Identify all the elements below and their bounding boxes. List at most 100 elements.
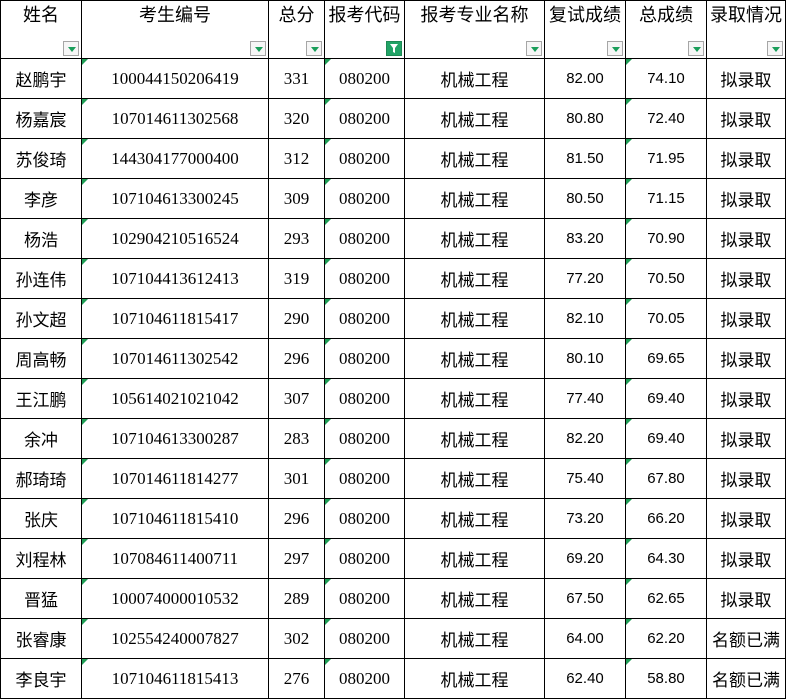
cell-major-name[interactable]: 机械工程	[404, 178, 545, 219]
cell-name[interactable]: 晋猛	[0, 578, 82, 619]
cell-exam-id[interactable]: 100044150206419	[81, 58, 269, 99]
cell-status[interactable]: 拟录取	[706, 218, 786, 259]
cell-status[interactable]: 拟录取	[706, 178, 786, 219]
cell-status[interactable]: 拟录取	[706, 258, 786, 299]
cell-major-name[interactable]: 机械工程	[404, 498, 545, 539]
cell-total-score[interactable]: 331	[268, 58, 325, 99]
cell-major-code[interactable]: 080200	[324, 178, 405, 219]
cell-exam-id[interactable]: 102554240007827	[81, 618, 269, 659]
cell-major-code[interactable]: 080200	[324, 538, 405, 579]
cell-retest-score[interactable]: 69.20	[544, 538, 626, 579]
cell-major-code[interactable]: 080200	[324, 218, 405, 259]
cell-major-code[interactable]: 080200	[324, 298, 405, 339]
cell-total-score[interactable]: 297	[268, 538, 325, 579]
cell-major-name[interactable]: 机械工程	[404, 458, 545, 499]
cell-status[interactable]: 拟录取	[706, 298, 786, 339]
cell-status[interactable]: 名额已满	[706, 658, 786, 699]
cell-name[interactable]: 孙文超	[0, 298, 82, 339]
cell-final-score[interactable]: 69.40	[625, 378, 707, 419]
cell-final-score[interactable]: 71.95	[625, 138, 707, 179]
cell-exam-id[interactable]: 107014611302542	[81, 338, 269, 379]
cell-final-score[interactable]: 72.40	[625, 98, 707, 139]
cell-name[interactable]: 张睿康	[0, 618, 82, 659]
cell-retest-score[interactable]: 81.50	[544, 138, 626, 179]
filter-dropdown-final-score[interactable]	[688, 41, 704, 56]
cell-name[interactable]: 刘程林	[0, 538, 82, 579]
cell-name[interactable]: 周高畅	[0, 338, 82, 379]
cell-exam-id[interactable]: 105614021021042	[81, 378, 269, 419]
cell-final-score[interactable]: 70.50	[625, 258, 707, 299]
cell-total-score[interactable]: 302	[268, 618, 325, 659]
cell-final-score[interactable]: 69.40	[625, 418, 707, 459]
cell-major-name[interactable]: 机械工程	[404, 138, 545, 179]
cell-status[interactable]: 拟录取	[706, 538, 786, 579]
cell-major-code[interactable]: 080200	[324, 258, 405, 299]
cell-name[interactable]: 苏俊琦	[0, 138, 82, 179]
cell-major-code[interactable]: 080200	[324, 138, 405, 179]
cell-status[interactable]: 拟录取	[706, 338, 786, 379]
cell-total-score[interactable]: 293	[268, 218, 325, 259]
cell-major-code[interactable]: 080200	[324, 498, 405, 539]
cell-exam-id[interactable]: 107084611400711	[81, 538, 269, 579]
cell-final-score[interactable]: 69.65	[625, 338, 707, 379]
cell-name[interactable]: 王江鹏	[0, 378, 82, 419]
cell-major-name[interactable]: 机械工程	[404, 578, 545, 619]
cell-major-name[interactable]: 机械工程	[404, 618, 545, 659]
cell-major-name[interactable]: 机械工程	[404, 338, 545, 379]
cell-total-score[interactable]: 283	[268, 418, 325, 459]
cell-retest-score[interactable]: 77.20	[544, 258, 626, 299]
cell-total-score[interactable]: 312	[268, 138, 325, 179]
cell-major-code[interactable]: 080200	[324, 338, 405, 379]
cell-status[interactable]: 拟录取	[706, 418, 786, 459]
cell-exam-id[interactable]: 107104613300287	[81, 418, 269, 459]
cell-retest-score[interactable]: 80.80	[544, 98, 626, 139]
cell-exam-id[interactable]: 107104611815413	[81, 658, 269, 699]
cell-status[interactable]: 拟录取	[706, 138, 786, 179]
filter-dropdown-major-name[interactable]	[526, 41, 542, 56]
cell-exam-id[interactable]: 107104611815410	[81, 498, 269, 539]
cell-retest-score[interactable]: 82.00	[544, 58, 626, 99]
cell-retest-score[interactable]: 83.20	[544, 218, 626, 259]
cell-final-score[interactable]: 58.80	[625, 658, 707, 699]
cell-name[interactable]: 杨嘉宸	[0, 98, 82, 139]
cell-total-score[interactable]: 309	[268, 178, 325, 219]
filter-dropdown-total-score[interactable]	[306, 41, 322, 56]
cell-name[interactable]: 孙连伟	[0, 258, 82, 299]
cell-status[interactable]: 拟录取	[706, 98, 786, 139]
cell-total-score[interactable]: 307	[268, 378, 325, 419]
cell-retest-score[interactable]: 80.10	[544, 338, 626, 379]
cell-retest-score[interactable]: 67.50	[544, 578, 626, 619]
cell-name[interactable]: 李彦	[0, 178, 82, 219]
cell-retest-score[interactable]: 77.40	[544, 378, 626, 419]
cell-final-score[interactable]: 74.10	[625, 58, 707, 99]
cell-retest-score[interactable]: 62.40	[544, 658, 626, 699]
cell-status[interactable]: 拟录取	[706, 498, 786, 539]
cell-exam-id[interactable]: 100074000010532	[81, 578, 269, 619]
cell-final-score[interactable]: 62.65	[625, 578, 707, 619]
cell-total-score[interactable]: 320	[268, 98, 325, 139]
cell-major-code[interactable]: 080200	[324, 458, 405, 499]
cell-exam-id[interactable]: 107014611814277	[81, 458, 269, 499]
cell-major-name[interactable]: 机械工程	[404, 538, 545, 579]
cell-major-name[interactable]: 机械工程	[404, 418, 545, 459]
cell-name[interactable]: 张庆	[0, 498, 82, 539]
cell-final-score[interactable]: 71.15	[625, 178, 707, 219]
cell-total-score[interactable]: 319	[268, 258, 325, 299]
filter-dropdown-major-code[interactable]	[386, 41, 402, 56]
cell-status[interactable]: 拟录取	[706, 378, 786, 419]
cell-name[interactable]: 李良宇	[0, 658, 82, 699]
cell-retest-score[interactable]: 80.50	[544, 178, 626, 219]
cell-exam-id[interactable]: 107014611302568	[81, 98, 269, 139]
cell-name[interactable]: 赵鹏宇	[0, 58, 82, 99]
cell-total-score[interactable]: 296	[268, 498, 325, 539]
cell-retest-score[interactable]: 64.00	[544, 618, 626, 659]
filter-dropdown-name[interactable]	[63, 41, 79, 56]
cell-final-score[interactable]: 66.20	[625, 498, 707, 539]
cell-major-code[interactable]: 080200	[324, 418, 405, 459]
cell-major-code[interactable]: 080200	[324, 58, 405, 99]
filter-dropdown-retest-score[interactable]	[607, 41, 623, 56]
cell-status[interactable]: 名额已满	[706, 618, 786, 659]
cell-major-name[interactable]: 机械工程	[404, 258, 545, 299]
cell-major-name[interactable]: 机械工程	[404, 378, 545, 419]
cell-exam-id[interactable]: 102904210516524	[81, 218, 269, 259]
